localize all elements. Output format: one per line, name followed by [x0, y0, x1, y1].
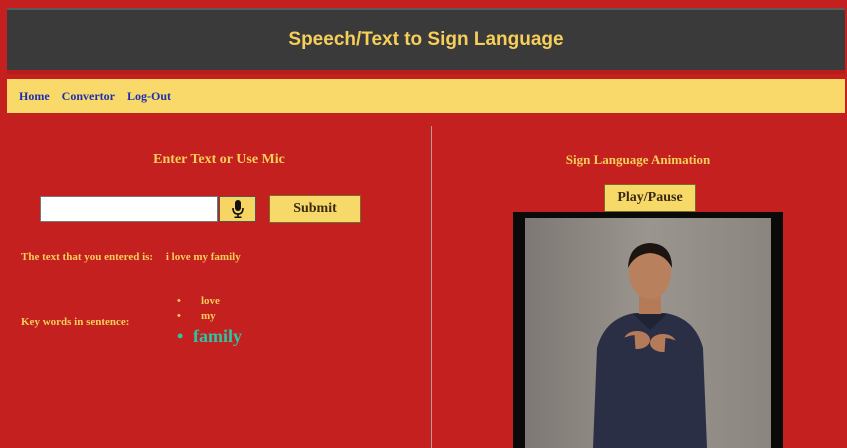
input-section-title: Enter Text or Use Mic	[153, 152, 285, 167]
nav-home-link[interactable]: Home	[19, 89, 50, 104]
keywords-label: Key words in sentence:	[21, 316, 130, 328]
keyword-item: • my	[177, 310, 216, 322]
nav-convertor-link[interactable]: Convertor	[62, 89, 115, 104]
entered-text-label: The text that you entered is:	[21, 251, 154, 263]
keywords-list: • love • my • family	[177, 294, 242, 347]
mic-button[interactable]	[219, 196, 256, 222]
keyword-item: • love	[177, 295, 220, 307]
text-input[interactable]	[40, 196, 218, 222]
keyword-item-active: • family	[177, 326, 242, 346]
nav-logout-link[interactable]: Log-Out	[127, 89, 171, 104]
microphone-icon	[231, 200, 244, 218]
play-pause-button[interactable]: Play/Pause	[604, 184, 696, 212]
column-divider	[431, 126, 432, 448]
entered-text-value: i love my family	[165, 251, 241, 263]
submit-button[interactable]: Submit	[269, 195, 361, 223]
app-frame: Speech/Text to Sign Language Home Conver…	[7, 8, 845, 448]
page-title: Speech/Text to Sign Language	[288, 29, 564, 50]
animation-section-title: Sign Language Animation	[565, 152, 711, 167]
nav-bar: Home Convertor Log-Out	[7, 79, 845, 113]
sign-video-player[interactable]	[513, 212, 783, 448]
header-bar: Speech/Text to Sign Language	[7, 8, 845, 74]
entered-text-line: The text that you entered is: i love my …	[21, 251, 241, 263]
signer-video-frame	[525, 218, 771, 448]
